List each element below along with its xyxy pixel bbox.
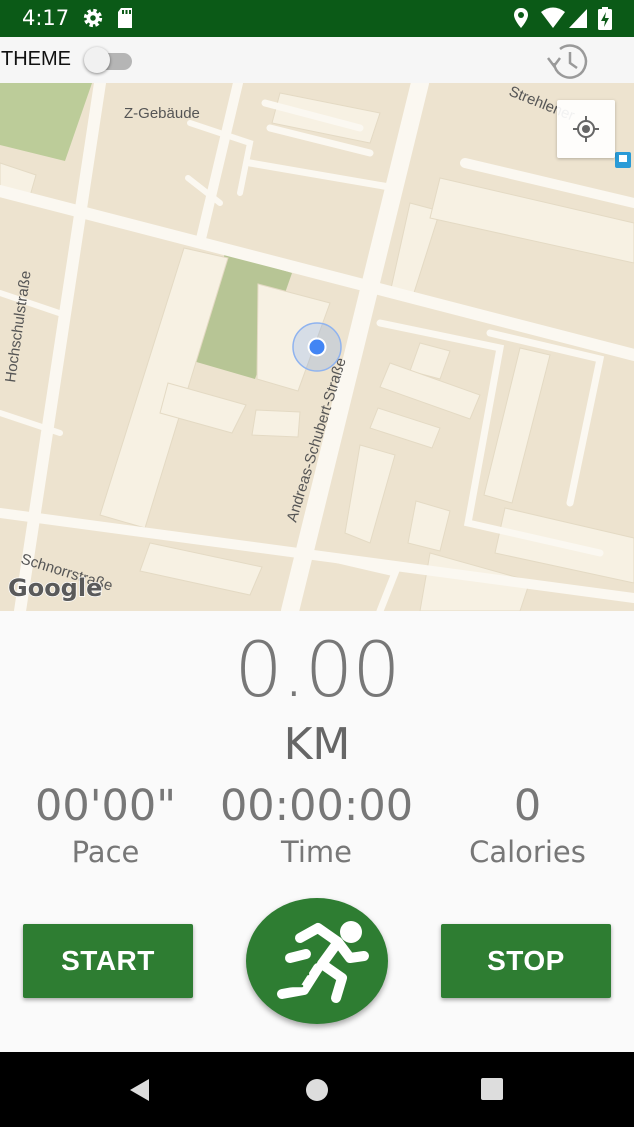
theme-switch[interactable] [84,47,134,73]
sd-card-icon [118,8,132,28]
home-icon[interactable] [305,1078,329,1102]
time-label: Time [281,835,352,869]
google-logo: Google [8,574,102,602]
current-location-marker [292,322,342,372]
history-clock-icon[interactable] [544,39,594,83]
my-location-button[interactable] [557,100,615,158]
map-view[interactable]: Z-Gebäude Strehlener Hochschulstraße And… [0,83,634,611]
top-toolbar: THEME [0,37,634,84]
calories-label: Calories [469,835,586,869]
distance-value: 0.00 [234,625,400,714]
status-bar: 4:17 [0,0,634,37]
back-icon[interactable] [127,1077,153,1103]
my-location-icon [573,116,599,142]
recents-icon[interactable] [481,1078,503,1100]
gear-icon [83,8,103,28]
stop-button[interactable]: STOP [441,924,611,998]
run-button[interactable] [246,898,388,1024]
signal-icon [569,9,587,28]
status-time: 4:17 [22,6,70,30]
pace-value: 00'00" [34,781,177,831]
wifi-icon [541,7,565,28]
location-pin-icon [514,8,528,28]
distance-unit: KM [283,719,351,770]
start-button[interactable]: START [23,924,193,998]
map-tiles: Z-Gebäude Strehlener Hochschulstraße And… [0,83,634,611]
stats-panel: 0.00 KM 00'00" Pace 00:00:00 Time 0 Calo… [0,611,634,1052]
map-label-z-gebaude: Z-Gebäude [124,105,200,122]
navigation-bar [0,1052,634,1127]
theme-label: THEME [1,48,71,70]
theme-switch-thumb [84,47,110,73]
calories-value: 0 [513,781,542,831]
time-value: 00:00:00 [219,781,414,831]
battery-charging-icon [598,7,612,30]
running-person-icon [277,921,369,1003]
pace-label: Pace [71,835,140,869]
